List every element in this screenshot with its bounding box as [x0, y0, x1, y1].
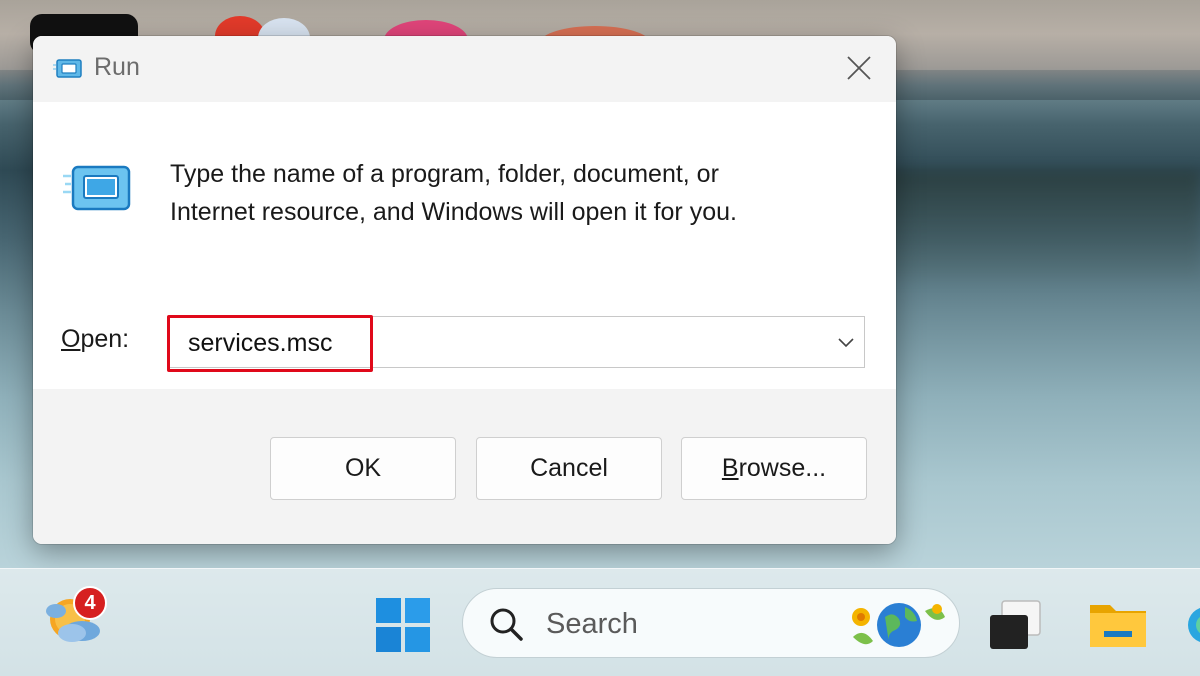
task-view-icon[interactable]	[988, 599, 1044, 651]
close-button[interactable]	[839, 50, 879, 86]
edge-icon[interactable]	[1186, 599, 1200, 651]
dialog-prompt: Type the name of a program, folder, docu…	[170, 155, 850, 231]
browse-button[interactable]: Browse...	[681, 437, 867, 500]
search-icon	[490, 608, 523, 641]
title-bar[interactable]: Run	[33, 36, 896, 102]
open-label-text: pen:	[80, 325, 130, 353]
file-explorer-icon[interactable]	[1088, 597, 1148, 651]
browse-button-label: rowse...	[738, 454, 827, 482]
open-label-accelerator: O	[61, 325, 81, 353]
prompt-line: Internet resource, and Windows will open…	[170, 198, 737, 226]
ok-button-label: OK	[344, 454, 382, 482]
wallpaper-reflection	[880, 170, 1200, 280]
prompt-line: Type the name of a program, folder, docu…	[170, 160, 719, 188]
close-icon	[847, 56, 871, 80]
run-dialog: Run Type the name of a program, folder, …	[33, 36, 896, 544]
cancel-button-label: Cancel	[530, 454, 608, 482]
search-highlight-globe-icon[interactable]	[843, 597, 951, 653]
taskbar-search-box[interactable]: Search	[462, 588, 960, 658]
dialog-content: Type the name of a program, folder, docu…	[33, 102, 896, 389]
dialog-footer: OK Cancel Browse...	[33, 389, 896, 544]
search-placeholder: Search	[546, 608, 638, 640]
windows-start-icon[interactable]	[376, 598, 430, 652]
dialog-title: Run	[94, 53, 140, 81]
notification-badge: 4	[73, 586, 107, 620]
ok-button[interactable]: OK	[270, 437, 456, 500]
run-program-icon	[63, 165, 131, 211]
annotation-highlight-box	[167, 315, 373, 372]
open-label: Open:	[61, 325, 129, 354]
browse-accelerator: B	[721, 454, 739, 482]
taskbar: Search	[0, 568, 1200, 676]
chevron-down-icon[interactable]	[836, 332, 856, 352]
run-icon	[53, 59, 82, 78]
cancel-button[interactable]: Cancel	[476, 437, 662, 500]
